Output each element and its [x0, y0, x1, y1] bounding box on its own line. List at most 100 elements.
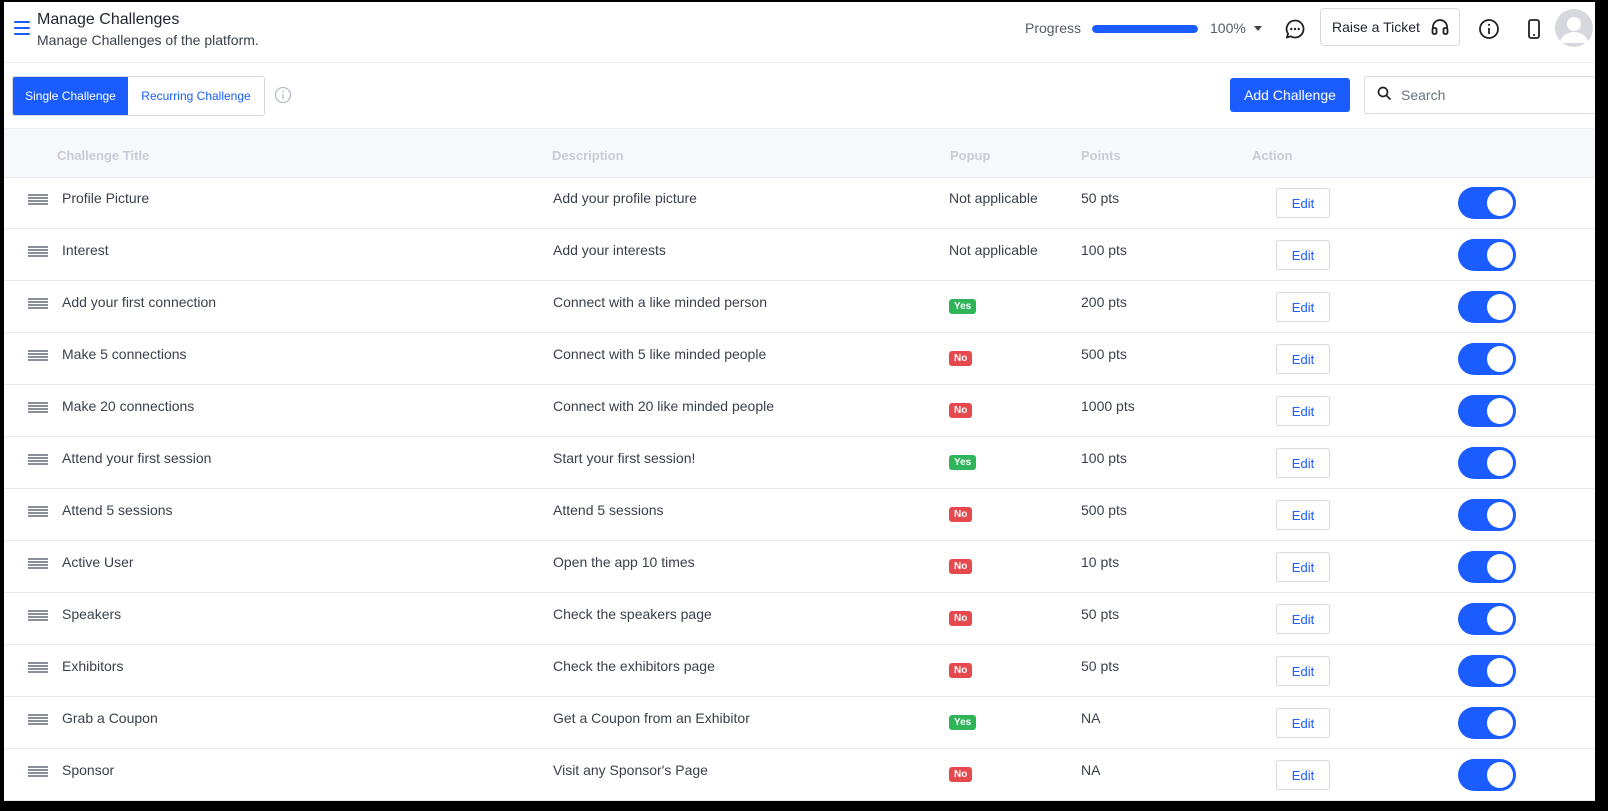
- toggle-knob: [1487, 346, 1513, 372]
- user-avatar-icon[interactable]: [1555, 9, 1593, 47]
- edit-button[interactable]: Edit: [1276, 552, 1330, 582]
- popup-badge: Yes: [949, 299, 977, 314]
- edit-button[interactable]: Edit: [1276, 656, 1330, 686]
- search-input[interactable]: [1399, 86, 1583, 104]
- popup-badge: No: [949, 351, 973, 366]
- popup-badge: No: [949, 611, 973, 626]
- edit-button[interactable]: Edit: [1276, 344, 1330, 374]
- edit-button[interactable]: Edit: [1276, 188, 1330, 218]
- enable-toggle[interactable]: [1458, 291, 1516, 323]
- chat-icon[interactable]: [1283, 17, 1307, 41]
- drag-handle-icon[interactable]: [28, 662, 48, 673]
- add-challenge-button[interactable]: Add Challenge: [1230, 78, 1350, 112]
- enable-toggle[interactable]: [1458, 395, 1516, 427]
- hamburger-icon[interactable]: [14, 21, 30, 35]
- challenge-popup: Not applicable: [949, 242, 1038, 258]
- challenge-description: Check the speakers page: [553, 606, 712, 622]
- enable-toggle[interactable]: [1458, 759, 1516, 791]
- column-header-title: Challenge Title: [57, 148, 150, 163]
- column-header-action: Action: [1252, 148, 1293, 163]
- drag-handle-icon[interactable]: [28, 714, 48, 725]
- challenge-description: Check the exhibitors page: [553, 658, 715, 674]
- drag-handle-icon[interactable]: [28, 766, 48, 777]
- drag-handle-icon[interactable]: [28, 350, 48, 361]
- challenge-points: 50 pts: [1081, 606, 1120, 622]
- popup-badge: No: [949, 559, 973, 574]
- enable-toggle[interactable]: [1458, 447, 1516, 479]
- challenge-points: 200 pts: [1081, 294, 1127, 310]
- challenge-popup: No: [949, 762, 973, 782]
- challenge-points: NA: [1081, 762, 1101, 778]
- table-row: Interest Add your interests Not applicable…: [4, 229, 1595, 281]
- toggle-knob: [1487, 554, 1513, 580]
- toggle-knob: [1487, 450, 1513, 476]
- table-row: Grab a Coupon Get a Coupon from an Exhibi…: [4, 697, 1595, 749]
- toggle-knob: [1487, 762, 1513, 788]
- table-header: [4, 128, 1595, 178]
- table-row: Add your first connection Connect with a …: [4, 281, 1595, 333]
- challenge-description: Connect with 20 like minded people: [553, 398, 775, 414]
- enable-toggle[interactable]: [1458, 655, 1516, 687]
- toggle-knob: [1487, 242, 1513, 268]
- edit-button[interactable]: Edit: [1276, 448, 1330, 478]
- enable-toggle[interactable]: [1458, 603, 1516, 635]
- popup-badge: No: [949, 507, 973, 522]
- enable-toggle[interactable]: [1458, 499, 1516, 531]
- challenge-description: Add your interests: [553, 242, 666, 258]
- drag-handle-icon[interactable]: [28, 194, 48, 205]
- raise-ticket-button[interactable]: Raise a Ticket: [1320, 8, 1460, 46]
- challenge-points: 10 pts: [1081, 554, 1120, 570]
- challenge-title: Make 5 connections: [62, 346, 187, 362]
- enable-toggle[interactable]: [1458, 551, 1516, 583]
- challenge-title: Make 20 connections: [62, 398, 195, 414]
- edit-button[interactable]: Edit: [1276, 500, 1330, 530]
- drag-handle-icon[interactable]: [28, 506, 48, 517]
- drag-handle-icon[interactable]: [28, 298, 48, 309]
- challenge-description: Open the app 10 times: [553, 554, 695, 570]
- edit-button[interactable]: Edit: [1276, 240, 1330, 270]
- edit-button[interactable]: Edit: [1276, 396, 1330, 426]
- challenge-table-body: Profile Picture Add your profile picture N…: [4, 177, 1595, 801]
- edit-button[interactable]: Edit: [1276, 292, 1330, 322]
- challenge-points: 100 pts: [1081, 242, 1127, 258]
- column-header-popup: Popup: [950, 148, 991, 163]
- table-row: Attend 5 sessions Attend 5 sessions No 500 …: [4, 489, 1595, 541]
- tab-recurring-challenge[interactable]: Recurring Challenge: [128, 77, 264, 115]
- progress-value: 100%: [1210, 20, 1246, 36]
- challenge-title: Attend 5 sessions: [62, 502, 173, 518]
- edit-button[interactable]: Edit: [1276, 708, 1330, 738]
- challenge-title: Speakers: [62, 606, 122, 622]
- enable-toggle[interactable]: [1458, 187, 1516, 219]
- tab-single-challenge[interactable]: Single Challenge: [13, 77, 128, 115]
- drag-handle-icon[interactable]: [28, 402, 48, 413]
- popup-badge: No: [949, 663, 973, 678]
- challenge-title: Add your first connection: [62, 294, 217, 310]
- challenge-description: Connect with a like minded person: [553, 294, 768, 310]
- drag-handle-icon[interactable]: [28, 454, 48, 465]
- toggle-knob: [1487, 190, 1513, 216]
- info-icon[interactable]: [1477, 17, 1501, 41]
- challenge-popup: No: [949, 554, 973, 574]
- drag-handle-icon[interactable]: [28, 246, 48, 257]
- edit-button[interactable]: Edit: [1276, 760, 1330, 790]
- drag-handle-icon[interactable]: [28, 610, 48, 621]
- table-row: Sponsor Visit any Sponsor's Page No NA Edit: [4, 749, 1595, 801]
- progress-bar-fill: [1092, 25, 1198, 33]
- edit-button[interactable]: Edit: [1276, 604, 1330, 634]
- challenge-points: 500 pts: [1081, 346, 1127, 362]
- challenge-popup: No: [949, 346, 973, 366]
- chevron-down-icon[interactable]: [1254, 26, 1262, 31]
- drag-handle-icon[interactable]: [28, 558, 48, 569]
- enable-toggle[interactable]: [1458, 707, 1516, 739]
- challenge-title: Attend your first session: [62, 450, 212, 466]
- challenge-popup: No: [949, 502, 973, 522]
- challenge-title: Exhibitors: [62, 658, 124, 674]
- challenge-type-tabs: Single Challenge Recurring Challenge: [12, 76, 265, 116]
- challenge-title: Interest: [62, 242, 109, 258]
- challenge-popup: Yes: [949, 294, 977, 314]
- enable-toggle[interactable]: [1458, 343, 1516, 375]
- enable-toggle[interactable]: [1458, 239, 1516, 271]
- info-icon[interactable]: [274, 86, 292, 109]
- mobile-icon[interactable]: [1522, 17, 1546, 41]
- challenge-points: 100 pts: [1081, 450, 1127, 466]
